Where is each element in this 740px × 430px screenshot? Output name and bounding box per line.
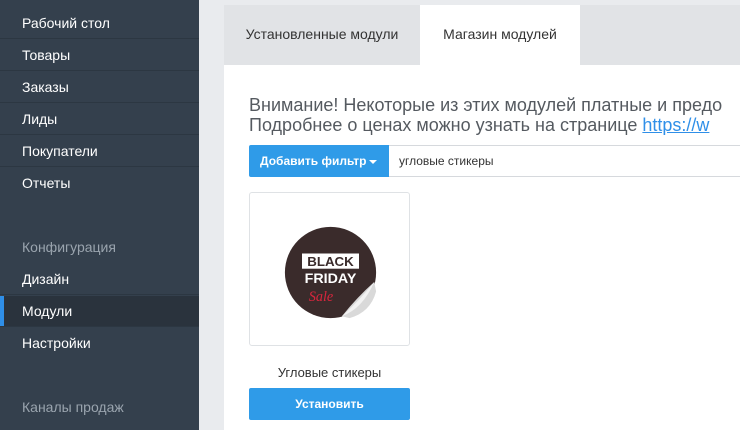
pricing-link[interactable]: https://w bbox=[642, 115, 709, 135]
sidebar-item-design[interactable]: Дизайн bbox=[0, 264, 199, 295]
add-filter-button[interactable]: Добавить фильтр bbox=[249, 145, 389, 177]
app: Рабочий стол Товары Заказы Лиды Покупате… bbox=[0, 0, 740, 430]
module-store-panel: Внимание! Некоторые из этих модулей плат… bbox=[224, 65, 740, 430]
sidebar-item-label: Рабочий стол bbox=[22, 15, 110, 31]
module-card[interactable]: BLACK FRIDAY Sale bbox=[249, 192, 410, 346]
sidebar-item-label: Покупатели bbox=[22, 143, 98, 159]
sidebar-item-label: Дизайн bbox=[22, 271, 70, 287]
sidebar-item-orders[interactable]: Заказы bbox=[0, 72, 199, 103]
filter-search-input[interactable] bbox=[389, 145, 740, 177]
notice-line-2: Подробнее о ценах можно узнать на страни… bbox=[249, 115, 722, 135]
sticker-line-1: BLACK bbox=[307, 254, 354, 269]
main-content: Установленные модули Магазин модулей Вни… bbox=[199, 0, 740, 430]
install-button[interactable]: Установить bbox=[249, 388, 410, 420]
sidebar-item-label: Заказы bbox=[22, 79, 69, 95]
sidebar-item-leads[interactable]: Лиды bbox=[0, 104, 199, 135]
sticker-line-2: FRIDAY bbox=[305, 271, 357, 287]
sidebar: Рабочий стол Товары Заказы Лиды Покупате… bbox=[0, 0, 199, 430]
sidebar-section-configuration: Конфигурация bbox=[22, 239, 116, 255]
black-friday-sticker-icon: BLACK FRIDAY Sale bbox=[284, 226, 377, 319]
sidebar-item-label: Отчеты bbox=[22, 175, 71, 191]
sidebar-item-label: Лиды bbox=[22, 111, 58, 127]
sidebar-item-products[interactable]: Товары bbox=[0, 40, 199, 71]
module-title: Угловые стикеры bbox=[277, 365, 382, 380]
sidebar-item-label: Настройки bbox=[22, 335, 91, 351]
add-filter-label: Добавить фильтр bbox=[260, 154, 367, 168]
tab-installed-modules[interactable]: Установленные модули bbox=[224, 5, 420, 65]
tab-module-store[interactable]: Магазин модулей bbox=[420, 5, 580, 65]
sidebar-item-settings[interactable]: Настройки bbox=[0, 328, 199, 359]
sidebar-item-customers[interactable]: Покупатели bbox=[0, 136, 199, 167]
sidebar-item-modules[interactable]: Модули bbox=[0, 296, 199, 327]
sidebar-item-label: Модули bbox=[22, 303, 73, 319]
notice-text: Внимание! Некоторые из этих модулей плат… bbox=[249, 95, 722, 135]
sticker-line-3: Sale bbox=[309, 289, 334, 305]
sidebar-item-label: Товары bbox=[22, 47, 71, 63]
sidebar-item-dashboard[interactable]: Рабочий стол bbox=[0, 8, 199, 39]
caret-down-icon bbox=[369, 159, 378, 164]
sidebar-item-reports[interactable]: Отчеты bbox=[0, 168, 199, 199]
notice-line-2-text: Подробнее о ценах можно узнать на страни… bbox=[249, 115, 643, 135]
tab-bar: Установленные модули Магазин модулей bbox=[224, 5, 740, 65]
sidebar-section-sales-channels: Каналы продаж bbox=[22, 399, 124, 415]
notice-line-1: Внимание! Некоторые из этих модулей плат… bbox=[249, 95, 723, 115]
